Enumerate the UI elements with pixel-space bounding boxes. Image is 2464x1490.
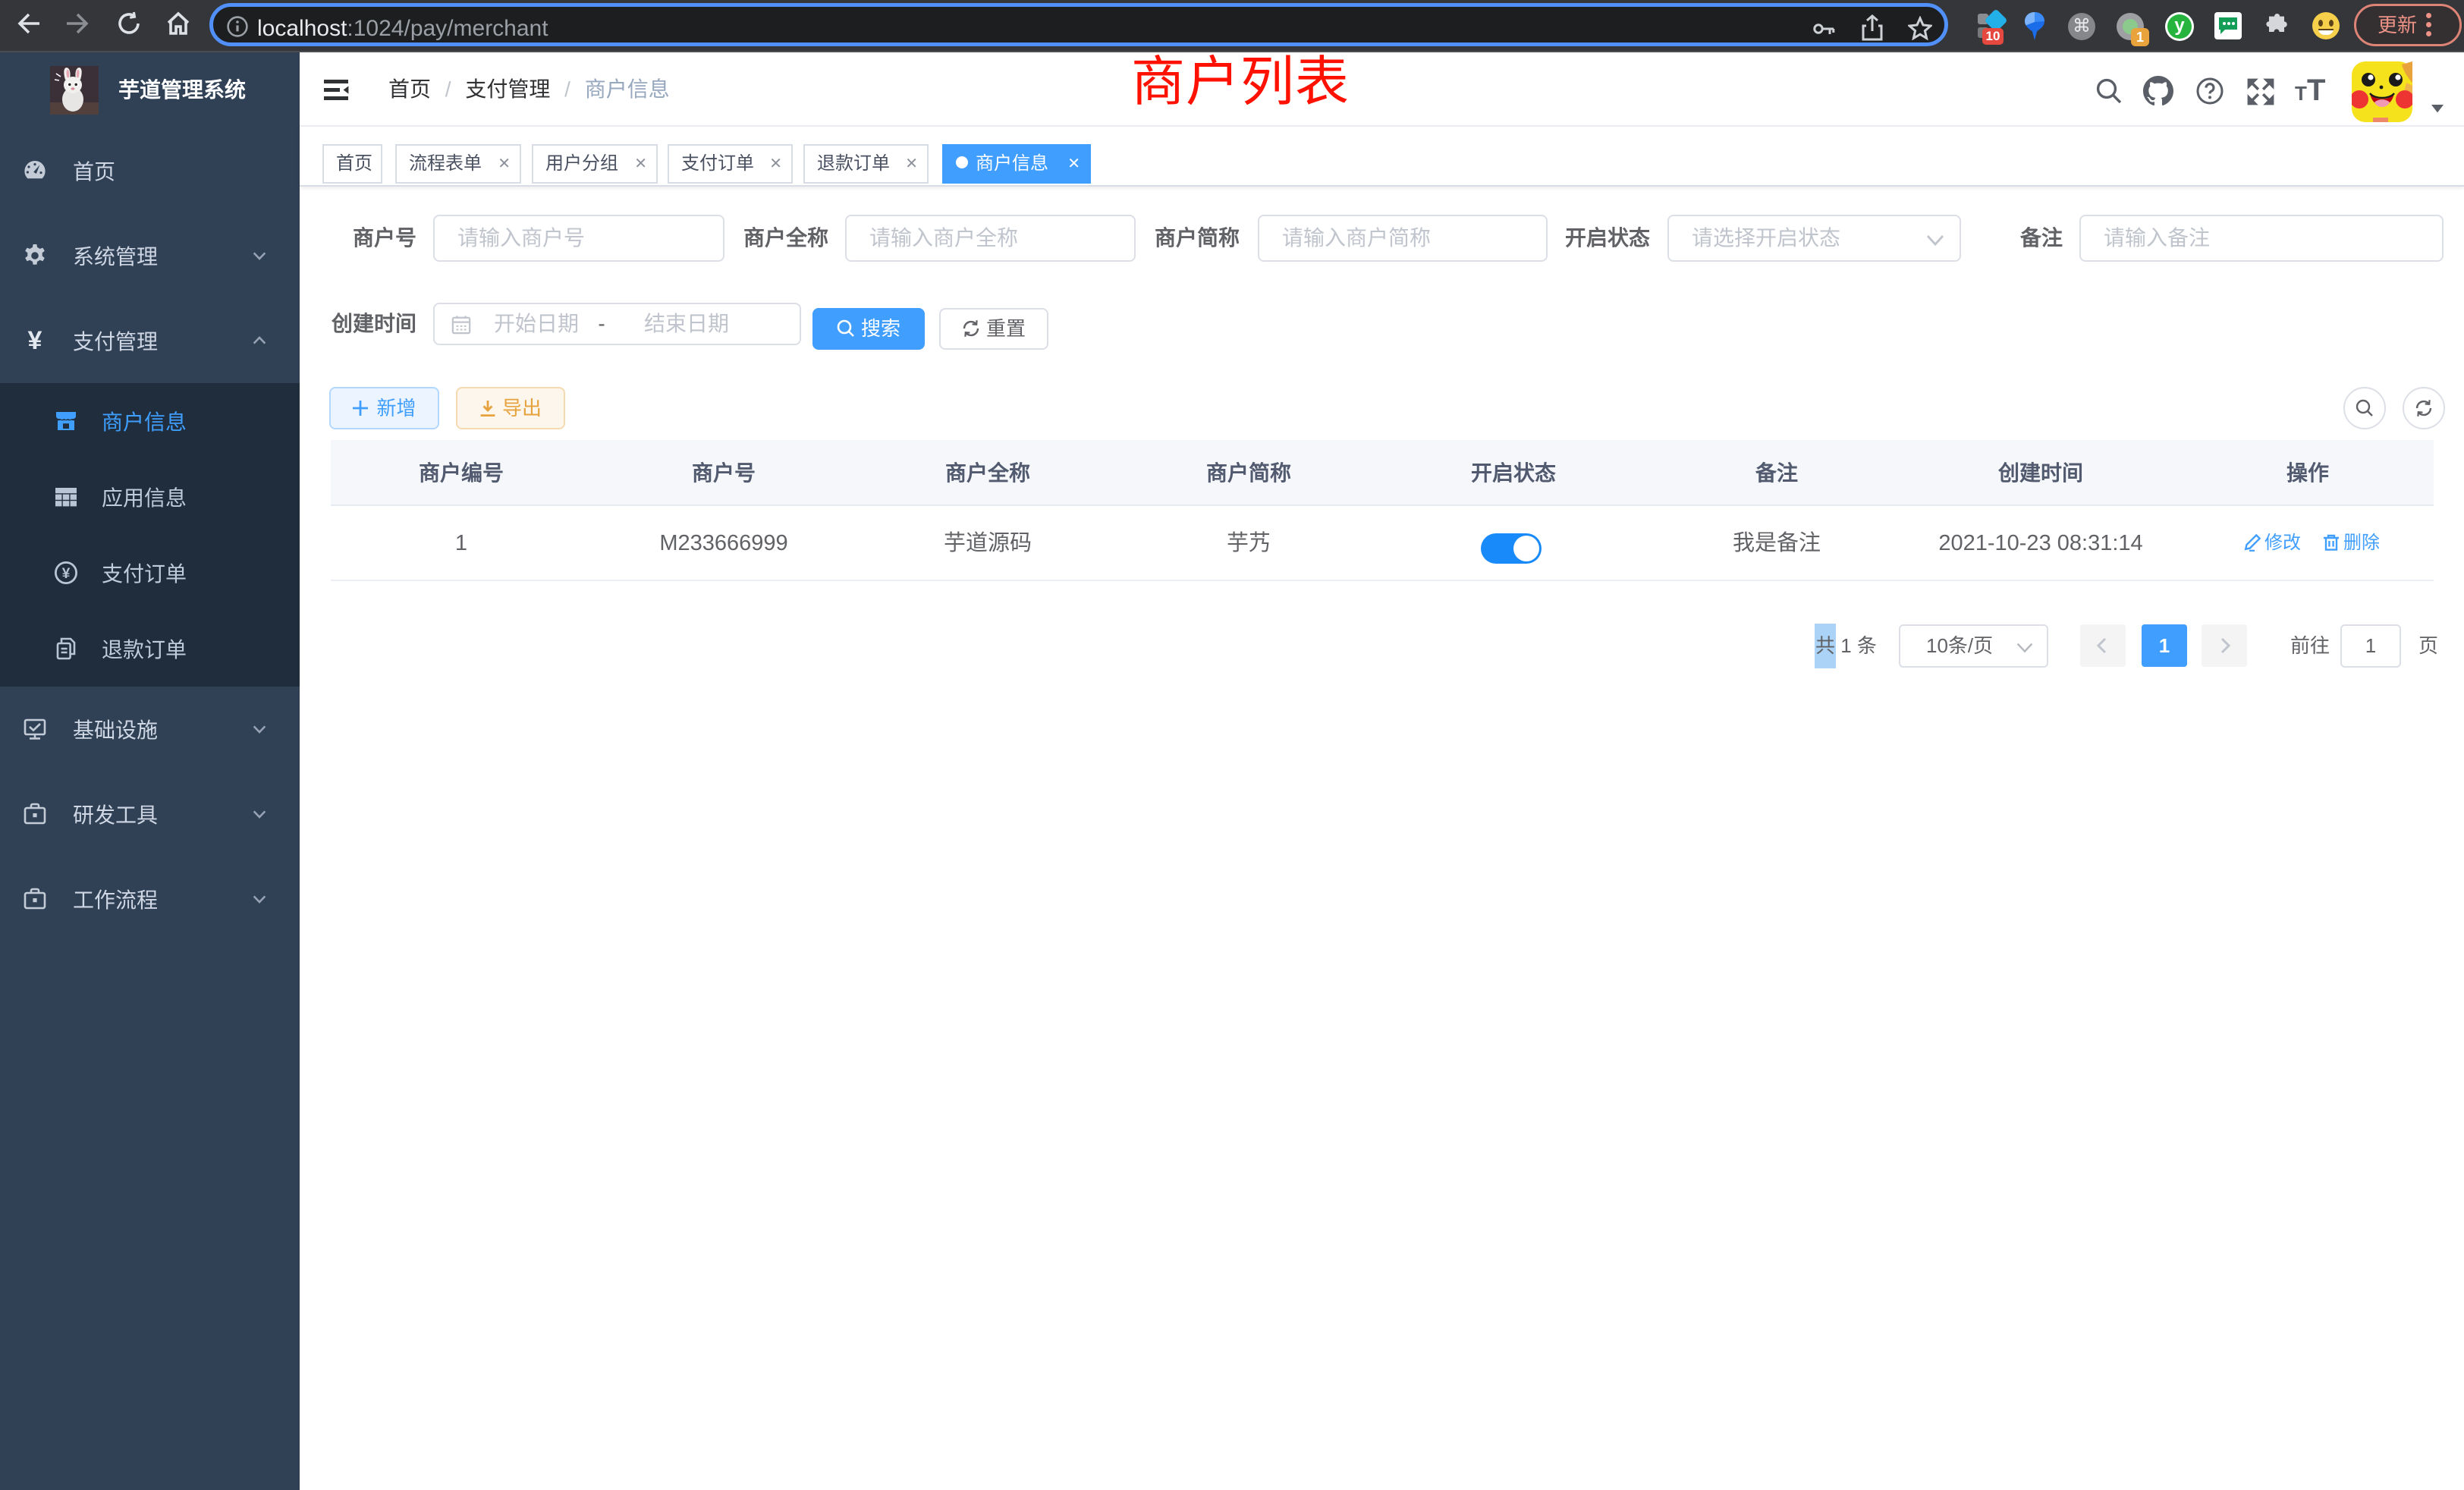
svg-text:¥: ¥: [62, 566, 71, 582]
